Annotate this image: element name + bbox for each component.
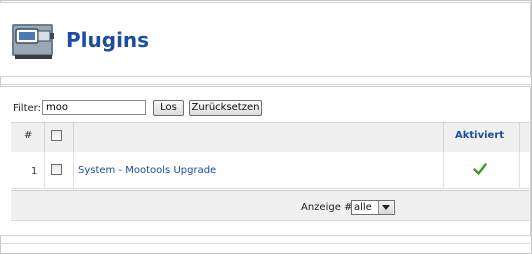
column-divider bbox=[443, 152, 444, 188]
table-header bbox=[11, 122, 530, 153]
divider bbox=[0, 243, 530, 244]
select-all-checkbox[interactable] bbox=[51, 130, 62, 141]
chevron-down-icon[interactable] bbox=[378, 201, 393, 214]
column-divider bbox=[73, 122, 74, 152]
display-limit-value: alle bbox=[354, 202, 372, 213]
reset-button[interactable]: Zurücksetzen bbox=[189, 100, 262, 116]
filter-input[interactable] bbox=[42, 100, 146, 115]
column-divider bbox=[519, 122, 520, 152]
row-checkbox[interactable] bbox=[51, 164, 62, 175]
check-icon[interactable] bbox=[473, 162, 487, 176]
column-divider bbox=[443, 122, 444, 152]
plugin-icon bbox=[12, 24, 54, 59]
page-title: Plugins bbox=[66, 28, 150, 52]
table-footer bbox=[11, 190, 530, 221]
column-header-enabled[interactable]: Aktiviert bbox=[455, 130, 504, 141]
divider bbox=[0, 84, 530, 85]
column-divider bbox=[44, 122, 45, 152]
go-button[interactable]: Los bbox=[153, 100, 184, 116]
display-limit-label: Anzeige # bbox=[301, 202, 353, 213]
column-divider bbox=[44, 152, 45, 188]
column-divider bbox=[519, 152, 520, 188]
plugin-name-link[interactable]: System - Mootools Upgrade bbox=[78, 165, 216, 176]
column-divider bbox=[73, 152, 74, 188]
filter-label: Filter: bbox=[13, 103, 41, 114]
column-header-number: # bbox=[24, 130, 33, 141]
row-number: 1 bbox=[31, 166, 38, 177]
